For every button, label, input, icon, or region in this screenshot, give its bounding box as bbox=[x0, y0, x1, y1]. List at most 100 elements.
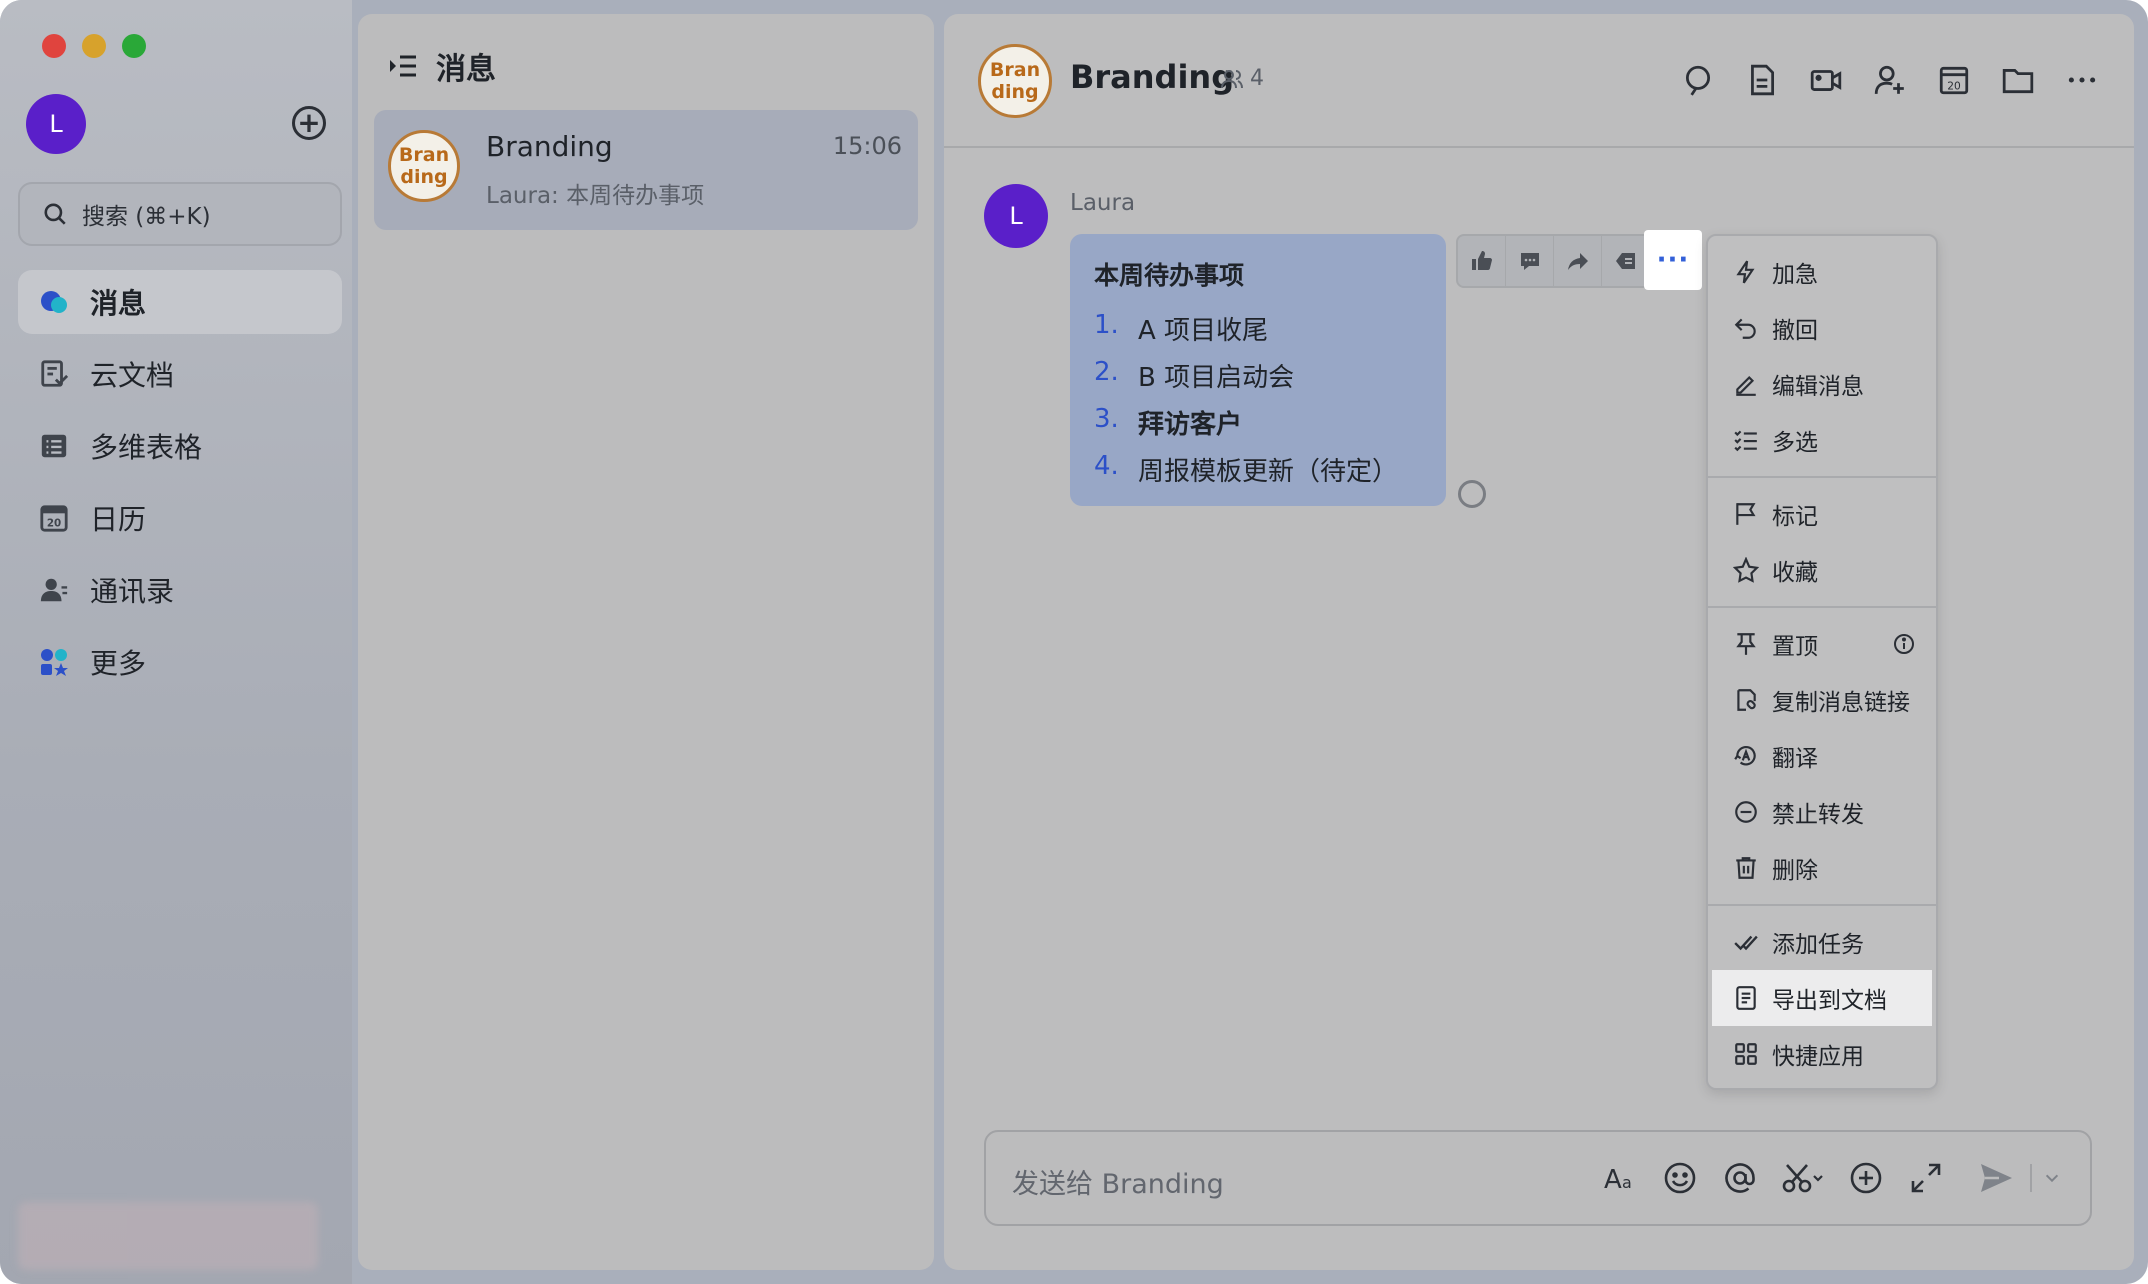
sidebar-item-cloud-docs[interactable]: 云文档 bbox=[18, 342, 342, 406]
add-member-button[interactable] bbox=[1872, 62, 1908, 98]
menu-item-urgent[interactable]: 加急 bbox=[1708, 244, 1936, 300]
message-input[interactable]: 发送给 Branding Aa bbox=[984, 1130, 2092, 1226]
menu-item-pin[interactable]: 置顶 bbox=[1708, 616, 1936, 672]
sidebar-item-label: 云文档 bbox=[90, 359, 175, 392]
sidebar-item-messages[interactable]: 消息 bbox=[18, 270, 342, 334]
comment-icon bbox=[1520, 253, 1539, 270]
reply-button[interactable] bbox=[1506, 236, 1554, 286]
emoji-button[interactable] bbox=[1660, 1158, 1700, 1198]
conversation-item-branding[interactable]: Bran ding Branding 15:06 Laura: 本周待办事项 bbox=[374, 110, 918, 230]
user-avatar[interactable]: L bbox=[26, 94, 86, 154]
expand-editor-button[interactable] bbox=[1906, 1158, 1946, 1198]
menu-item-delete[interactable]: 删除 bbox=[1708, 840, 1936, 896]
member-count[interactable]: 4 bbox=[1220, 66, 1264, 91]
video-camera-icon bbox=[1810, 70, 1842, 91]
menu-item-recall[interactable]: 撤回 bbox=[1708, 300, 1936, 356]
format-text-button[interactable]: Aa bbox=[1600, 1158, 1640, 1198]
like-button[interactable] bbox=[1458, 236, 1506, 286]
mention-button[interactable] bbox=[1720, 1158, 1760, 1198]
input-toolbar: Aa bbox=[1580, 1158, 2064, 1198]
collapse-menu-icon[interactable] bbox=[388, 51, 418, 81]
sidebar-item-label: 日历 bbox=[90, 503, 147, 536]
list-item: 4. 周报模板更新（待定） bbox=[1094, 451, 1399, 487]
menu-item-flag[interactable]: 标记 bbox=[1708, 486, 1936, 542]
add-user-icon bbox=[1874, 65, 1904, 94]
thumbs-up-icon bbox=[1471, 251, 1492, 270]
menu-label: 快捷应用 bbox=[1772, 1044, 1864, 1070]
menu-label: 撤回 bbox=[1772, 318, 1818, 344]
message-bubble[interactable]: 本周待办事项 1. A 项目收尾 2. B 项目启动会 3. 拜访客户 4. 周报模板更… bbox=[1070, 234, 1446, 506]
svg-text:a: a bbox=[1622, 1173, 1632, 1192]
sidebar-item-more[interactable]: 更多 bbox=[18, 630, 342, 694]
menu-item-multiselect[interactable]: 多选 bbox=[1708, 412, 1936, 468]
menu-label: 多选 bbox=[1772, 430, 1818, 456]
plus-circle-icon bbox=[1850, 1162, 1882, 1194]
chevron-down-icon bbox=[2045, 1174, 2059, 1183]
input-placeholder: 发送给 Branding bbox=[1012, 1169, 1224, 1200]
close-window-button[interactable] bbox=[42, 34, 66, 58]
sidebar-item-bitable[interactable]: 多维表格 bbox=[18, 414, 342, 478]
folder-icon bbox=[2002, 69, 2034, 94]
menu-label: 导出到文档 bbox=[1772, 988, 1887, 1014]
screenshot-button[interactable] bbox=[1780, 1158, 1826, 1198]
menu-item-quick-apps[interactable]: 快捷应用 bbox=[1708, 1026, 1936, 1082]
add-attachment-button[interactable] bbox=[1846, 1158, 1886, 1198]
menu-item-add-task[interactable]: 添加任务 bbox=[1708, 914, 1936, 970]
search-placeholder: 搜索 (⌘+K) bbox=[82, 204, 211, 230]
video-call-button[interactable] bbox=[1808, 62, 1844, 98]
search-input[interactable]: 搜索 (⌘+K) bbox=[18, 182, 342, 246]
ellipsis-icon bbox=[2068, 77, 2096, 83]
trash-icon bbox=[1732, 854, 1760, 882]
group-avatar: Bran ding bbox=[388, 130, 460, 202]
menu-item-translate[interactable]: 翻译 bbox=[1708, 728, 1936, 784]
sender-avatar[interactable]: L bbox=[984, 184, 1048, 248]
menu-item-favorite[interactable]: 收藏 bbox=[1708, 542, 1936, 598]
chat-title[interactable]: Branding bbox=[1070, 58, 1234, 96]
conversation-preview: Laura: 本周待办事项 bbox=[486, 183, 705, 209]
edit-icon bbox=[1732, 370, 1760, 398]
menu-label: 编辑消息 bbox=[1772, 374, 1864, 400]
message-context-menu: 加急 撤回 编辑消息 多选 标记 收藏 置顶 复制消息链接 翻译 禁止转发 删除… bbox=[1706, 234, 1938, 1090]
menu-item-export-to-doc[interactable]: 导出到文档 bbox=[1712, 970, 1932, 1026]
info-icon[interactable] bbox=[1892, 632, 1916, 656]
list-title: 消息 bbox=[436, 52, 496, 87]
forward-button[interactable] bbox=[1554, 236, 1602, 286]
more-actions-button[interactable]: ··· bbox=[1644, 230, 1702, 290]
header-toolbar: 20 bbox=[1652, 62, 2100, 98]
docs-button[interactable] bbox=[1744, 62, 1780, 98]
quote-reply-button[interactable] bbox=[1602, 236, 1650, 286]
list-header: 消息 bbox=[388, 44, 496, 88]
cloud-docs-icon bbox=[38, 358, 70, 390]
send-options-dropdown[interactable] bbox=[2040, 1158, 2064, 1198]
minimize-window-button[interactable] bbox=[82, 34, 106, 58]
read-status-indicator bbox=[1458, 480, 1486, 508]
menu-item-edit[interactable]: 编辑消息 bbox=[1708, 356, 1936, 412]
document-icon bbox=[1732, 984, 1760, 1012]
calendar-icon: 20 bbox=[38, 502, 70, 534]
search-chat-button[interactable] bbox=[1680, 62, 1716, 98]
maximize-window-button[interactable] bbox=[122, 34, 146, 58]
sidebar-item-contacts[interactable]: 通讯录 bbox=[18, 558, 342, 622]
sidebar-item-calendar[interactable]: 20 日历 bbox=[18, 486, 342, 550]
svg-text:A: A bbox=[1604, 1165, 1622, 1195]
menu-label: 置顶 bbox=[1772, 634, 1818, 660]
chat-panel: Bran ding Branding 4 20 L Laura 本周待办事项 1… bbox=[944, 14, 2134, 1270]
send-button[interactable] bbox=[1976, 1158, 2016, 1198]
grid-apps-icon bbox=[1732, 1040, 1760, 1068]
calendar-button[interactable]: 20 bbox=[1936, 62, 1972, 98]
files-button[interactable] bbox=[2000, 62, 2036, 98]
group-avatar[interactable]: Bran ding bbox=[978, 44, 1052, 118]
text-format-icon: Aa bbox=[1604, 1165, 1632, 1195]
menu-item-copy-link[interactable]: 复制消息链接 bbox=[1708, 672, 1936, 728]
menu-item-block-forward[interactable]: 禁止转发 bbox=[1708, 784, 1936, 840]
menu-label: 删除 bbox=[1772, 858, 1818, 884]
menu-label: 添加任务 bbox=[1772, 932, 1864, 958]
menu-divider bbox=[1708, 904, 1936, 906]
block-forward-icon bbox=[1732, 798, 1760, 826]
more-options-button[interactable] bbox=[2064, 62, 2100, 98]
plus-circle-icon[interactable]: + bbox=[292, 106, 326, 140]
chat-bubbles-icon bbox=[38, 286, 70, 318]
conversation-list-panel: 消息 Bran ding Branding 15:06 Laura: 本周待办事… bbox=[358, 14, 934, 1270]
search-icon bbox=[44, 203, 66, 225]
link-icon bbox=[1732, 686, 1760, 714]
